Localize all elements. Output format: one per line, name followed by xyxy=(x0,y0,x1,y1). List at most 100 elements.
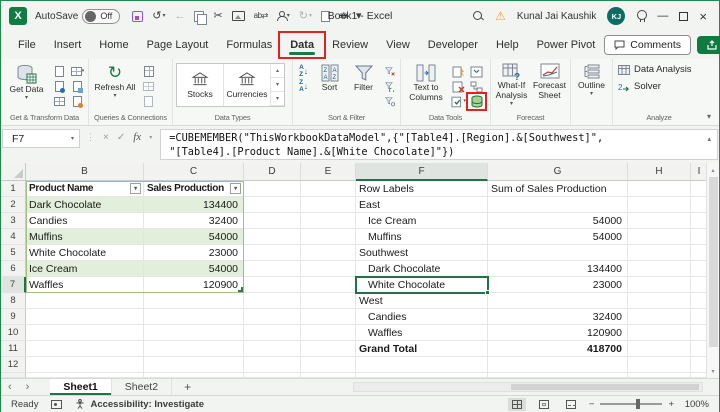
cell-G6[interactable]: 134400 xyxy=(488,261,628,277)
cell-H1[interactable] xyxy=(628,181,691,197)
zoom-out-button[interactable]: − xyxy=(589,399,595,410)
filter-dropdown-button[interactable]: ▾ xyxy=(130,183,141,194)
cell-H4[interactable] xyxy=(628,229,691,245)
view-page-break-button[interactable] xyxy=(562,398,580,411)
cell-F11[interactable]: Grand Total xyxy=(356,341,488,357)
cell-F7[interactable]: White Chocolate xyxy=(356,277,488,293)
minimize-button[interactable]: — xyxy=(657,11,668,22)
formula-input[interactable]: =CUBEMEMBER("ThisWorkbookDataModel",{"[T… xyxy=(160,129,718,160)
insert-function-icon[interactable]: fx xyxy=(133,131,141,143)
name-box[interactable]: F7 ▾ xyxy=(2,129,80,148)
what-if-analysis-button[interactable]: ? What-If Analysis▾ xyxy=(494,61,529,107)
zoom-slider[interactable] xyxy=(600,403,662,405)
advanced-filter-icon[interactable] xyxy=(382,95,397,108)
edit-links-icon[interactable] xyxy=(141,95,156,108)
horizontal-scrollbar[interactable] xyxy=(353,382,703,392)
zoom-in-button[interactable]: + xyxy=(668,399,674,410)
relationships-icon[interactable] xyxy=(469,80,484,93)
cell-C5[interactable]: 23000 xyxy=(144,245,244,261)
cell-B3[interactable]: Candies xyxy=(26,213,144,229)
sort-button[interactable]: ZA AZ Sort xyxy=(314,61,345,93)
cell-E3[interactable] xyxy=(301,213,356,229)
cell-B7[interactable]: Waffles xyxy=(26,277,144,293)
gallery-up-icon[interactable]: ▴ xyxy=(271,64,284,78)
cell-B6[interactable]: Ice Cream xyxy=(26,261,144,277)
tab-formulas[interactable]: Formulas xyxy=(217,34,281,56)
tab-insert[interactable]: Insert xyxy=(45,34,91,56)
cell-G2[interactable] xyxy=(488,197,628,213)
sheet-nav-prev-icon[interactable]: ‹ xyxy=(1,379,19,395)
redo-icon[interactable]: ↻▾ xyxy=(299,11,312,22)
cell-C9[interactable] xyxy=(144,309,244,325)
row-header-11[interactable]: 11 xyxy=(1,341,26,357)
row-header-6[interactable]: 6 xyxy=(1,261,26,277)
cell-D10[interactable] xyxy=(244,325,301,341)
search-icon[interactable] xyxy=(473,11,484,22)
cell-E10[interactable] xyxy=(301,325,356,341)
accessibility-status[interactable]: Accessibility: Investigate xyxy=(75,399,204,410)
cell-C1[interactable]: Sales Production▾ xyxy=(144,181,244,197)
enter-icon[interactable]: ✓ xyxy=(117,132,125,143)
idea-icon[interactable] xyxy=(636,10,646,22)
manage-data-model-icon[interactable] xyxy=(469,95,484,108)
cell-F5[interactable]: Southwest xyxy=(356,245,488,261)
sheet-tab-sheet2[interactable]: Sheet2 xyxy=(112,379,172,395)
cell-H5[interactable] xyxy=(628,245,691,261)
column-header-C[interactable]: C xyxy=(144,163,244,181)
cell-D7[interactable] xyxy=(244,277,301,293)
cell-G5[interactable] xyxy=(488,245,628,261)
column-header-F[interactable]: F xyxy=(356,163,488,181)
cell-G9[interactable]: 32400 xyxy=(488,309,628,325)
cell-B11[interactable] xyxy=(26,341,144,357)
cell-F1[interactable]: Row Labels xyxy=(356,181,488,197)
consolidate-icon[interactable] xyxy=(469,65,484,78)
tab-view[interactable]: View xyxy=(377,34,419,56)
cell-F3[interactable]: Ice Cream xyxy=(356,213,488,229)
cell-H11[interactable] xyxy=(628,341,691,357)
cell-D5[interactable] xyxy=(244,245,301,261)
warning-icon[interactable]: ⚠ xyxy=(495,10,506,22)
cell-D3[interactable] xyxy=(244,213,301,229)
remove-duplicates-icon[interactable] xyxy=(451,80,466,93)
tab-page-layout[interactable]: Page Layout xyxy=(138,34,218,56)
zoom-slider-thumb[interactable] xyxy=(636,399,640,409)
cell-D1[interactable] xyxy=(244,181,301,197)
cell-B1[interactable]: Product Name▾ xyxy=(26,181,144,197)
solver-button[interactable]: 2 Solver xyxy=(616,78,663,95)
cell-E4[interactable] xyxy=(301,229,356,245)
row-header-10[interactable]: 10 xyxy=(1,325,26,341)
cell-F8[interactable]: West xyxy=(356,293,488,309)
add-sheet-button[interactable]: + xyxy=(172,379,203,395)
cell-B5[interactable]: White Chocolate xyxy=(26,245,144,261)
properties-icon[interactable] xyxy=(141,80,156,93)
share-button[interactable]: Share ▾ xyxy=(697,36,720,54)
cell-G3[interactable]: 54000 xyxy=(488,213,628,229)
replace-icon[interactable]: ab⇄ xyxy=(254,12,268,20)
flash-fill-icon[interactable] xyxy=(451,65,466,78)
cell-F2[interactable]: East xyxy=(356,197,488,213)
macro-record-icon[interactable] xyxy=(51,400,62,409)
picture-icon[interactable] xyxy=(232,11,245,21)
tab-home[interactable]: Home xyxy=(90,34,137,56)
cell-B9[interactable] xyxy=(26,309,144,325)
cell-C2[interactable]: 134400 xyxy=(144,197,244,213)
select-all-corner[interactable] xyxy=(1,163,26,181)
cell-G4[interactable]: 54000 xyxy=(488,229,628,245)
column-header-D[interactable]: D xyxy=(244,163,301,181)
cell-F4[interactable]: Muffins xyxy=(356,229,488,245)
h-scroll-thumb[interactable] xyxy=(511,384,699,390)
column-header-B[interactable]: B xyxy=(26,163,144,181)
maximize-button[interactable] xyxy=(679,12,688,21)
cell-D9[interactable] xyxy=(244,309,301,325)
cell-H7[interactable] xyxy=(628,277,691,293)
row-header-7[interactable]: 7 xyxy=(1,277,26,293)
cell-H3[interactable] xyxy=(628,213,691,229)
cell-D2[interactable] xyxy=(244,197,301,213)
cell-C11[interactable] xyxy=(144,341,244,357)
row-header-9[interactable]: 9 xyxy=(1,309,26,325)
cell-E9[interactable] xyxy=(301,309,356,325)
cell-D4[interactable] xyxy=(244,229,301,245)
data-analysis-button[interactable]: Data Analysis xyxy=(616,61,694,78)
collapse-ribbon-icon[interactable]: ▾ xyxy=(707,112,711,121)
cell-C8[interactable] xyxy=(144,293,244,309)
